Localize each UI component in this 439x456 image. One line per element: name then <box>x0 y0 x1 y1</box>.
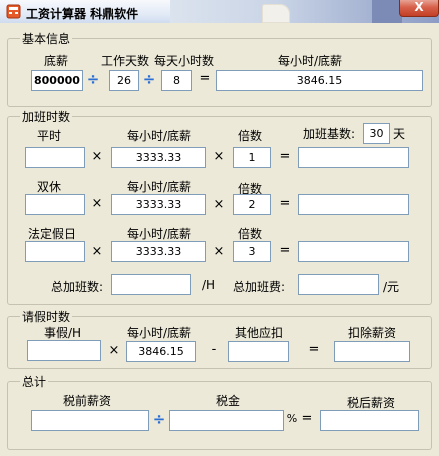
equals-operator: = <box>199 71 211 86</box>
holiday-hours-input[interactable] <box>25 241 85 262</box>
work-days-input[interactable]: 26 <box>109 70 139 91</box>
multiply-operator: × <box>108 343 120 358</box>
window-title: 工资计算器 科鼎软件 <box>26 7 139 21</box>
total-legend: 总计 <box>20 373 49 390</box>
equals-operator: = <box>279 243 291 258</box>
equals-operator: = <box>279 196 291 211</box>
holiday-pay-output[interactable] <box>298 241 409 262</box>
weekend-pay-output[interactable] <box>298 194 409 215</box>
multiply-operator: × <box>91 244 103 259</box>
equals-operator: = <box>308 342 320 357</box>
multiply-operator: × <box>91 149 103 164</box>
overtime-row-label: 平时 <box>37 129 62 143</box>
hours-per-day-label: 每天小时数 <box>154 54 215 68</box>
pretax-salary-output[interactable] <box>31 410 149 431</box>
weekend-hours-input[interactable] <box>25 194 85 215</box>
other-deductions-label: 其他应扣 <box>235 326 284 340</box>
leave-rate-label: 每小时/底薪 <box>127 326 192 340</box>
salary-deduction-label: 扣除薪资 <box>348 326 397 340</box>
multiply-operator: × <box>91 196 103 211</box>
overtime-base-label: 加班基数: <box>303 127 356 141</box>
total-overtime-hours-label: 总加班数: <box>51 280 104 294</box>
leave-legend: 请假时数 <box>20 308 73 325</box>
holiday-multiplier-input[interactable]: 3 <box>233 241 271 262</box>
equals-operator: = <box>279 149 291 164</box>
hourly-rate-label: 每小时/底薪 <box>127 227 192 241</box>
salary-label: 底薪 <box>44 54 69 68</box>
base-salary-input[interactable]: 800000 <box>31 70 83 91</box>
multiply-operator: × <box>213 244 225 259</box>
desktop-shadow <box>372 0 402 23</box>
total-overtime-pay-unit: /元 <box>383 280 400 294</box>
other-deductions-input[interactable] <box>228 341 289 362</box>
weekend-rate-input[interactable]: 3333.33 <box>111 194 206 215</box>
hourly-rate-label: 每小时/底薪 <box>127 180 192 194</box>
multiplier-label: 倍数 <box>238 227 263 241</box>
multiply-operator: × <box>213 197 225 212</box>
holiday-rate-input[interactable]: 3333.33 <box>111 241 206 262</box>
total-overtime-pay-label: 总加班费: <box>233 280 286 294</box>
calculator-icon <box>6 4 21 19</box>
aftertax-salary-output[interactable] <box>320 410 419 431</box>
total-overtime-hours-output[interactable] <box>111 274 191 295</box>
title-bar[interactable]: 工资计算器 科鼎软件 <box>0 0 170 23</box>
equals-operator: = <box>301 411 313 426</box>
overtime-base-input[interactable]: 30 <box>363 123 390 144</box>
close-button[interactable]: X <box>399 0 439 17</box>
total-overtime-pay-output[interactable] <box>298 274 379 295</box>
basic-info-legend: 基本信息 <box>20 30 73 47</box>
weekday-hours-input[interactable] <box>25 147 85 168</box>
overtime-base-unit: 天 <box>393 127 406 141</box>
divide-operator: ÷ <box>86 70 100 88</box>
leave-rate-input[interactable]: 3846.15 <box>126 341 196 362</box>
weekday-multiplier-input[interactable]: 1 <box>233 147 271 168</box>
leave-hours-label: 事假/H <box>44 326 82 340</box>
work-days-label: 工作天数 <box>101 54 150 68</box>
divide-operator: ÷ <box>142 70 156 88</box>
weekday-rate-input[interactable]: 3333.33 <box>111 147 206 168</box>
tax-label: 税金 <box>216 394 241 408</box>
multiplier-label: 倍数 <box>238 129 263 143</box>
salary-deduction-output[interactable] <box>334 341 410 362</box>
multiply-operator: × <box>213 149 225 164</box>
total-overtime-hours-unit: /H <box>202 278 216 292</box>
pretax-salary-label: 税前薪资 <box>63 394 112 408</box>
hourly-rate-label: 每小时/底薪 <box>127 129 192 143</box>
weekend-multiplier-input[interactable]: 2 <box>233 194 271 215</box>
overtime-legend: 加班时数 <box>20 108 73 125</box>
aftertax-salary-label: 税后薪资 <box>347 396 396 410</box>
hourly-rate-label: 每小时/底薪 <box>278 54 343 68</box>
minus-operator: - <box>211 342 217 357</box>
overtime-row-label: 双休 <box>37 180 62 194</box>
desktop-window-fragment <box>262 4 290 23</box>
leave-hours-input[interactable] <box>27 340 101 361</box>
overtime-row-label: 法定假日 <box>28 227 77 241</box>
hours-per-day-input[interactable]: 8 <box>161 70 192 91</box>
divide-operator: ÷ <box>152 410 166 428</box>
weekday-pay-output[interactable] <box>298 147 409 168</box>
hourly-rate-output[interactable]: 3846.15 <box>216 70 423 91</box>
tax-rate-input[interactable] <box>169 410 284 431</box>
percent-sign: % <box>286 412 298 425</box>
